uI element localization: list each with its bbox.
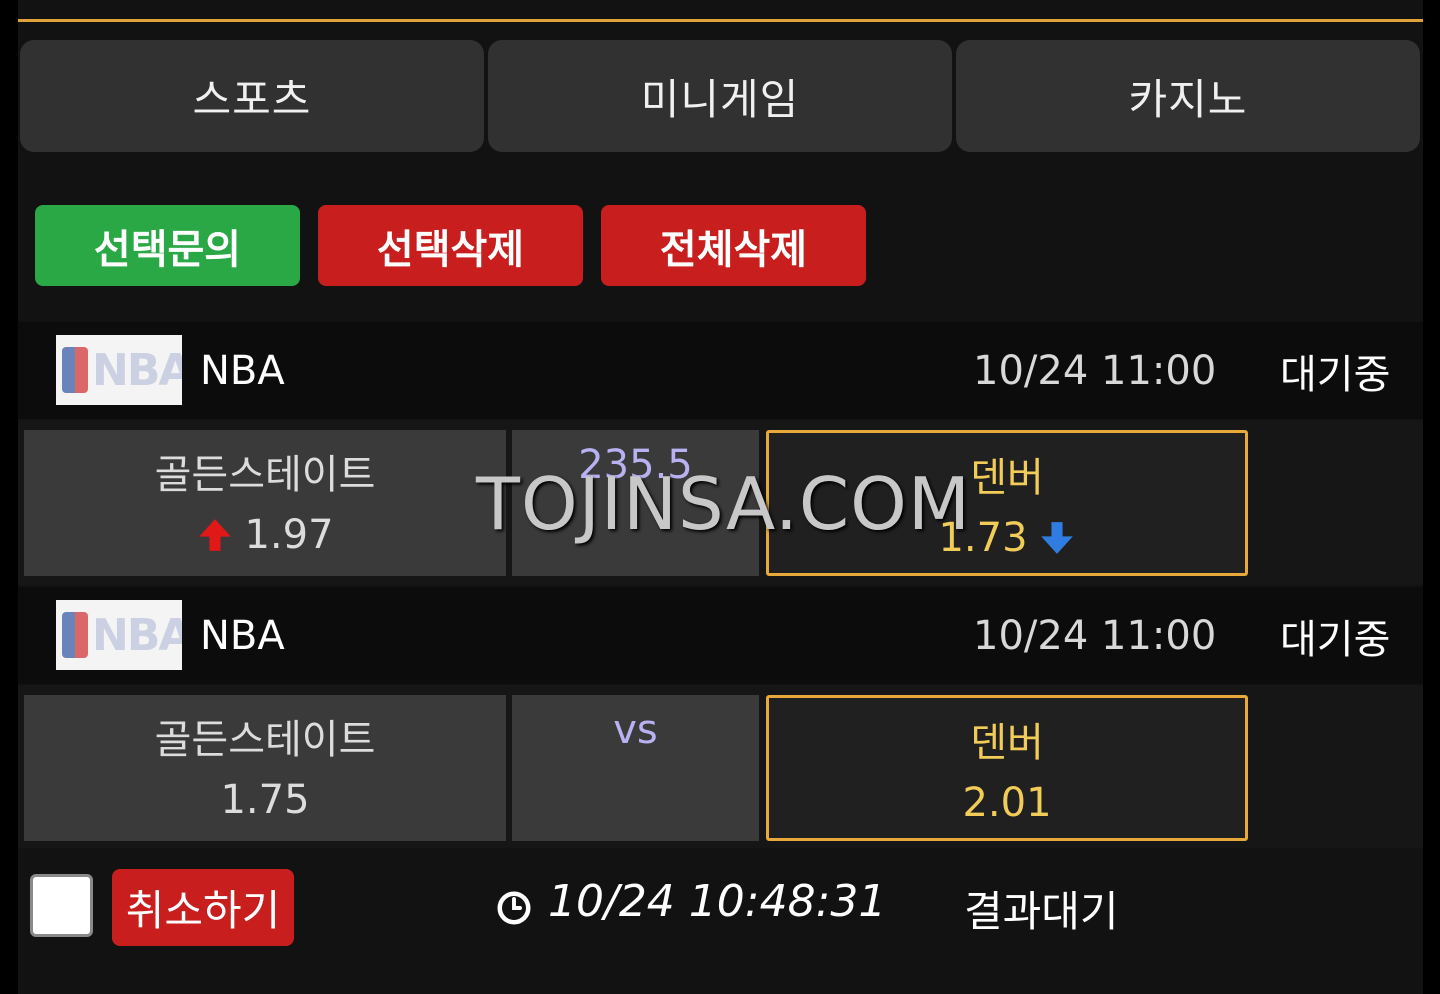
match-row: 골든스테이트 1.75 vs 덴버 2.01 — [18, 685, 1423, 850]
league-name: NBA — [200, 612, 285, 659]
nba-logo-text: NBA — [92, 610, 182, 661]
nba-logo-shield — [62, 612, 88, 658]
league-name: NBA — [200, 347, 285, 394]
home-odds-cell[interactable]: 골든스테이트 1.97 — [24, 430, 506, 576]
away-odds: 2.01 — [769, 780, 1245, 826]
home-team-name: 골든스테이트 — [154, 452, 376, 498]
home-odds-cell[interactable]: 골든스테이트 1.75 — [24, 695, 506, 841]
league-header: NBA NBA 10/24 11:00 대기중 — [18, 322, 1423, 419]
versus-cell[interactable]: vs — [512, 695, 759, 841]
versus-label: vs — [613, 707, 658, 753]
bet-footer: 취소하기 10/24 10:48:31 결과대기 — [18, 848, 1423, 994]
arrow-up-icon — [199, 519, 232, 551]
clock-icon — [497, 891, 531, 925]
watermark: TOJINSA.COM — [476, 462, 971, 546]
home-odds: 1.97 — [24, 512, 506, 558]
nba-logo-text: NBA — [92, 345, 182, 396]
match-time: 10/24 11:00 — [973, 347, 1217, 394]
arrow-down-icon — [1040, 522, 1073, 554]
home-team-name: 골든스테이트 — [154, 717, 376, 763]
match-status: 대기중 — [1280, 351, 1391, 398]
away-odds-value: 2.01 — [962, 780, 1052, 826]
home-odds-value: 1.97 — [244, 512, 334, 558]
match-status: 대기중 — [1280, 616, 1391, 663]
nba-logo: NBA — [56, 335, 182, 405]
delete-all-button[interactable]: 전체삭제 — [601, 205, 866, 286]
league-header: NBA NBA 10/24 11:00 대기중 — [18, 587, 1423, 684]
select-checkbox[interactable] — [30, 874, 93, 937]
category-tabs: 스포츠 미니게임 카지노 — [20, 40, 1420, 152]
action-buttons: 선택문의 선택삭제 전체삭제 — [35, 205, 866, 286]
match-time: 10/24 11:00 — [973, 612, 1217, 659]
delete-selected-button[interactable]: 선택삭제 — [318, 205, 583, 286]
nba-logo: NBA — [56, 600, 182, 670]
result-status: 결과대기 — [964, 887, 1119, 936]
inquiry-button[interactable]: 선택문의 — [35, 205, 300, 286]
away-odds-cell-selected[interactable]: 덴버 2.01 — [766, 695, 1248, 841]
tab-casino[interactable]: 카지노 — [956, 40, 1420, 152]
tab-minigame[interactable]: 미니게임 — [488, 40, 952, 152]
tab-sports[interactable]: 스포츠 — [20, 40, 484, 152]
away-team-name: 덴버 — [970, 720, 1044, 766]
top-accent-line — [18, 19, 1423, 22]
bet-time: 10/24 10:48:31 — [548, 876, 887, 927]
cancel-button[interactable]: 취소하기 — [112, 869, 294, 946]
home-odds: 1.75 — [24, 777, 506, 823]
nba-logo-shield — [62, 347, 88, 393]
home-odds-value: 1.75 — [220, 777, 310, 823]
